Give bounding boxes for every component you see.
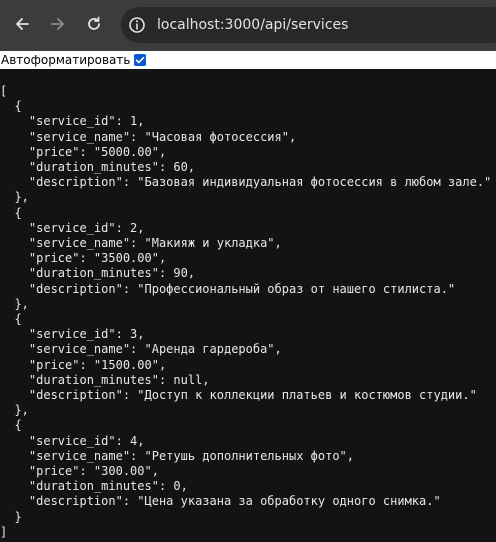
arrow-right-icon xyxy=(51,18,64,30)
url-host: localhost xyxy=(157,17,220,33)
reload-button[interactable] xyxy=(80,10,108,38)
json-line: }, xyxy=(0,296,29,311)
url-text: localhost:3000/api/services xyxy=(157,16,348,34)
json-line: "description": "Базовая индивидуальная ф… xyxy=(0,175,492,190)
json-line: }, xyxy=(0,190,29,205)
json-body: [ { "service_id": 1, "service_name": "Ча… xyxy=(0,84,491,540)
json-line: "duration_minutes": 90, xyxy=(0,266,196,281)
json-line: } xyxy=(0,509,22,524)
json-line: "service_id": 3, xyxy=(0,327,145,342)
json-line: "duration_minutes": null, xyxy=(0,372,210,387)
json-line: "service_id": 4, xyxy=(0,433,145,448)
json-line: "service_id": 1, xyxy=(0,114,145,129)
json-line: "description": "Профессиональный образ о… xyxy=(0,281,456,296)
json-line: ] xyxy=(0,524,8,539)
reload-icon xyxy=(88,16,100,30)
json-line: "service_name": "Часовая фотосессия", xyxy=(0,129,297,144)
back-button[interactable] xyxy=(8,10,36,38)
url-path: :3000/api/services xyxy=(219,17,349,33)
json-line: { xyxy=(0,312,22,327)
json-line: { xyxy=(0,418,22,433)
json-line: { xyxy=(0,99,22,114)
json-line: "service_name": "Макияж и укладка", xyxy=(0,236,282,251)
site-info-button[interactable] xyxy=(128,16,146,34)
pretty-print-label: Автоформатировать xyxy=(1,53,131,67)
json-line: [ xyxy=(0,84,8,98)
json-line: "description": "Цена указана за обработк… xyxy=(0,494,441,509)
json-line: "service_id": 2, xyxy=(0,220,145,235)
pretty-print-bar: Автоформатировать xyxy=(0,51,496,69)
forward-button[interactable] xyxy=(44,10,72,38)
checkmark-icon xyxy=(136,56,145,64)
json-line: "duration_minutes": 60, xyxy=(0,160,196,175)
json-line: "duration_minutes": 0, xyxy=(0,479,188,494)
json-line: "price": "5000.00", xyxy=(0,144,167,159)
site-info-icon xyxy=(129,17,145,33)
json-line: "price": "300.00", xyxy=(0,464,159,479)
json-line: "price": "3500.00", xyxy=(0,251,167,266)
json-line: "service_name": "Ретушь дополнительных ф… xyxy=(0,448,355,463)
arrow-left-icon xyxy=(16,18,29,30)
address-bar[interactable]: localhost:3000/api/services xyxy=(121,7,496,43)
json-line: "price": "1500.00", xyxy=(0,357,167,372)
json-line: "description": "Доступ к коллекции плать… xyxy=(0,388,477,403)
json-line: }, xyxy=(0,403,29,418)
pretty-print-checkbox[interactable] xyxy=(134,54,147,66)
json-line: "service_name": "Аренда гардероба", xyxy=(0,342,282,357)
json-line: { xyxy=(0,205,22,220)
browser-toolbar: localhost:3000/api/services xyxy=(0,0,496,51)
